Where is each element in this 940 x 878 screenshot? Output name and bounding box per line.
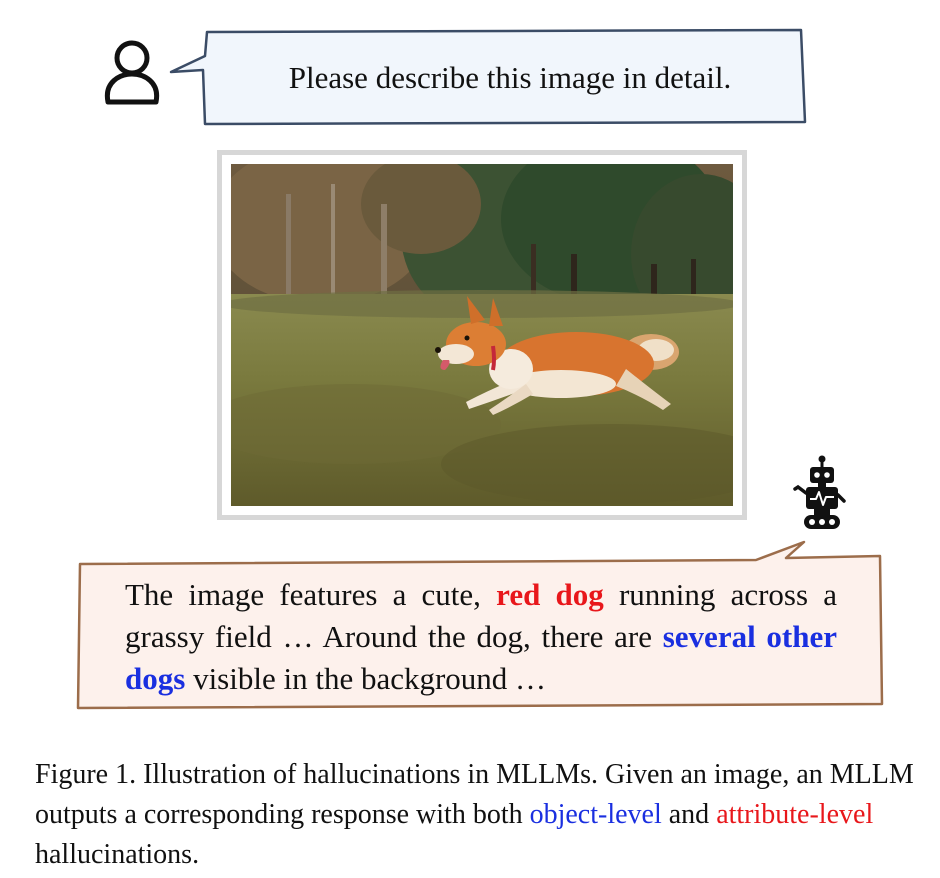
caption-text-3: hallucinations. [35,839,200,870]
user-prompt: Please describe this image in detail. [288,60,732,95]
attribute-hallucination-highlight: red dog [496,577,604,612]
model-response: The image features a cute, red dog runni… [125,574,837,700]
caption-attribute-level: attribute-level [716,799,874,830]
response-text-3: visible in the background … [185,661,547,696]
figure-caption: Figure 1. Illustration of hallucinations… [35,755,935,875]
robot-icon [793,455,846,529]
caption-text-2: and [661,799,717,830]
caption-object-level: object-level [529,799,662,830]
image-frame [217,150,747,520]
user-icon [104,40,160,105]
dog-running-photo [231,164,733,506]
response-text-1: The image features a cute, [125,577,497,612]
